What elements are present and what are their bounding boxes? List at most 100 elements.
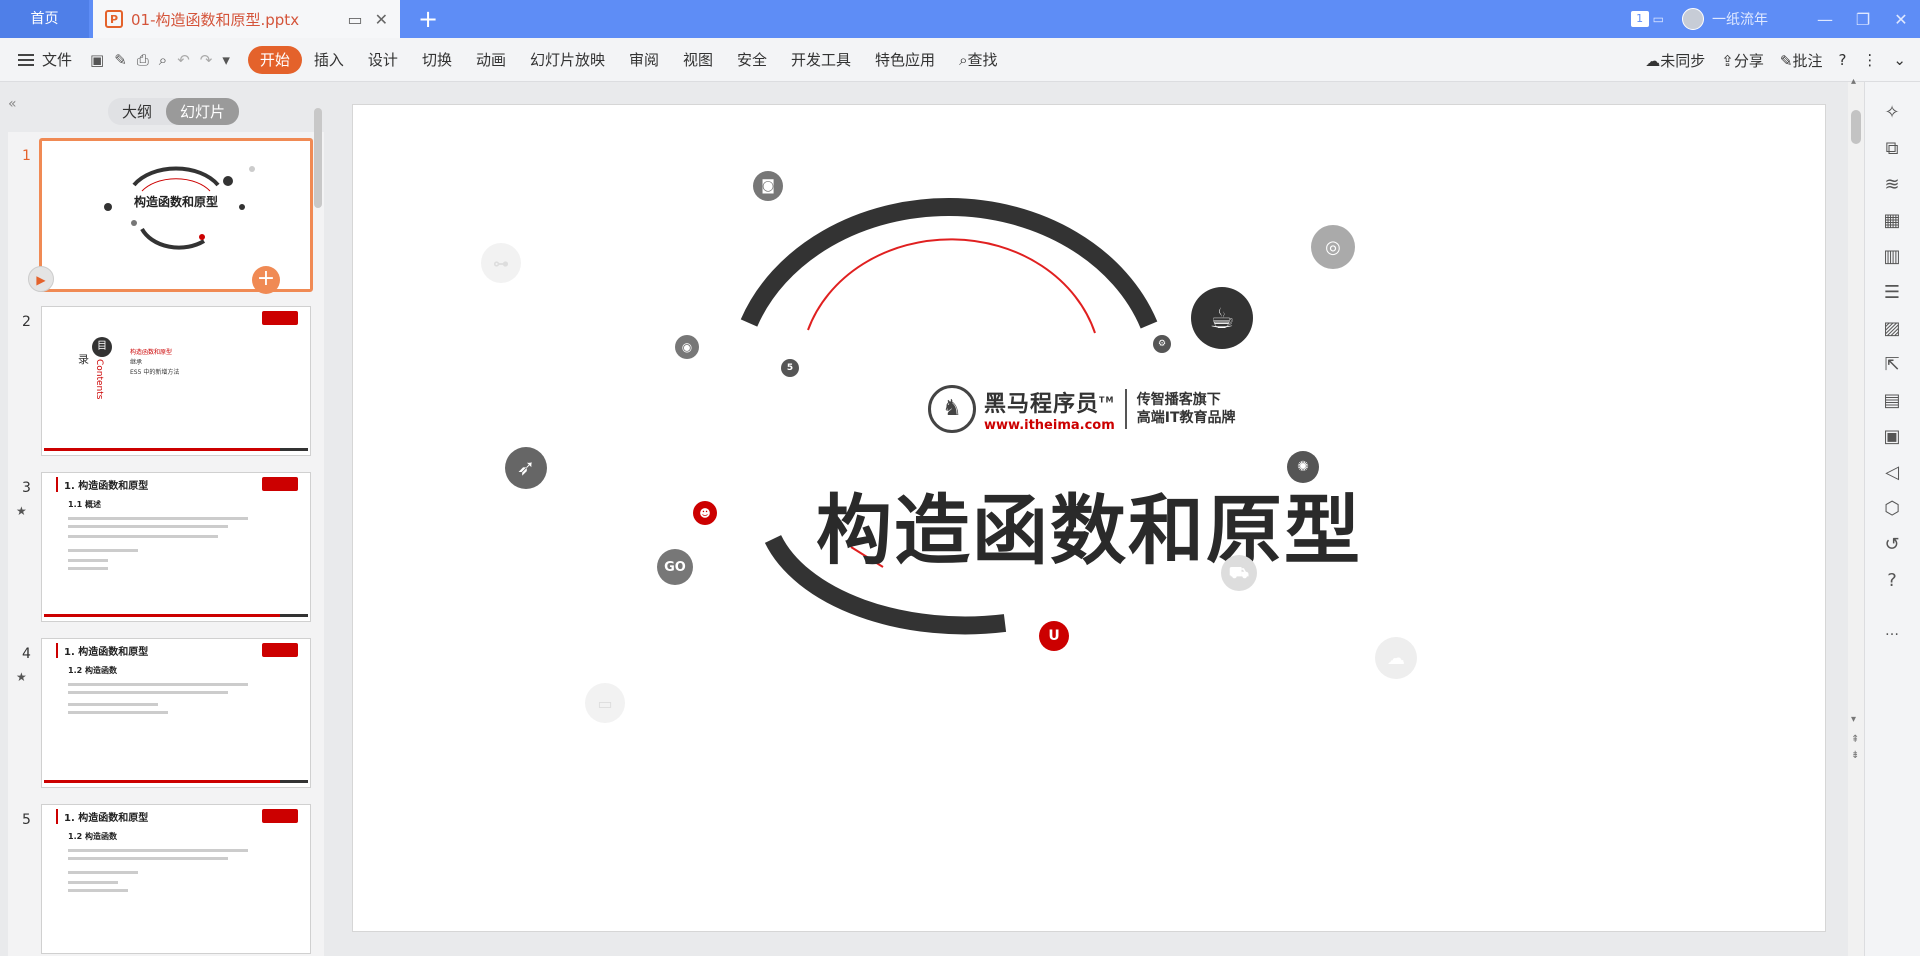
- sync-button[interactable]: ☁未同步: [1645, 50, 1705, 71]
- more-dropdown-icon[interactable]: ▾: [222, 51, 230, 69]
- grid-icon[interactable]: ▦: [1879, 208, 1905, 234]
- restore-button[interactable]: ❐: [1844, 10, 1882, 29]
- picture-icon[interactable]: ▣: [1879, 424, 1905, 450]
- footer-bar-dark: [280, 780, 308, 783]
- tab-animation[interactable]: 动画: [464, 46, 518, 74]
- tab-outline[interactable]: 大纲: [108, 98, 166, 125]
- tab-review[interactable]: 审阅: [617, 46, 671, 74]
- slide-thumbnail-2[interactable]: 目 录 Contents 构造函数和原型 继承 ES5 中的新增方法: [41, 306, 311, 456]
- scroll-down-icon[interactable]: ▾: [1851, 714, 1856, 725]
- current-slide[interactable]: ♞ 黑马程序员TM www.itheima.com 传智播客旗下 高端IT教育品…: [352, 104, 1826, 932]
- thumbnail-row: 5 1. 构造函数和原型 1.2 构造函数: [8, 802, 324, 954]
- undo-icon[interactable]: ↶: [177, 51, 190, 69]
- brand-name: 黑马程序员: [984, 391, 1100, 417]
- archive-icon[interactable]: ▤: [1879, 388, 1905, 414]
- redo-icon[interactable]: ↷: [200, 51, 213, 69]
- window-count-badge[interactable]: 1: [1630, 11, 1649, 27]
- tab-features[interactable]: 特色应用: [863, 46, 947, 74]
- text-line: [68, 549, 138, 552]
- tab-transition[interactable]: 切换: [410, 46, 464, 74]
- slide-title: 构造函数和原型: [816, 486, 1362, 575]
- scroll-up-icon[interactable]: ▴: [1851, 76, 1856, 87]
- text-line: [68, 703, 158, 706]
- slide-thumbnail-3[interactable]: 1. 构造函数和原型 1.1 概述: [41, 472, 311, 622]
- text-line: [68, 691, 228, 694]
- close-tab-icon[interactable]: ✕: [375, 10, 388, 29]
- images-icon[interactable]: ▨: [1879, 316, 1905, 342]
- thumb-heading: 1. 构造函数和原型: [56, 809, 148, 824]
- play-icon[interactable]: ▶: [28, 266, 54, 292]
- document-title: 01-构造函数和原型.pptx: [131, 10, 300, 29]
- html5-icon: 5: [781, 359, 799, 377]
- more-icon[interactable]: ⋮: [1862, 51, 1877, 69]
- minimize-button[interactable]: —: [1806, 10, 1844, 29]
- text-line: [68, 559, 108, 562]
- tab-insert[interactable]: 插入: [302, 46, 356, 74]
- prev-slide-icon[interactable]: ⇞: [1851, 734, 1859, 745]
- layers-icon[interactable]: ≋: [1879, 172, 1905, 198]
- avatar[interactable]: [1682, 8, 1704, 30]
- tab-design[interactable]: 设计: [356, 46, 410, 74]
- shield-icon[interactable]: ⬡: [1879, 496, 1905, 522]
- sync-label: 未同步: [1660, 51, 1706, 70]
- slide-scrollbar[interactable]: ▴ ▾ ⇞ ⇟: [1848, 76, 1864, 956]
- comment-icon: ✎: [1779, 51, 1793, 70]
- slide-thumbnail-4[interactable]: 1. 构造函数和原型 1.2 构造函数: [41, 638, 311, 788]
- transform-icon[interactable]: ⧉: [1879, 136, 1905, 162]
- brand-slogan-1: 传智播客旗下: [1136, 392, 1221, 408]
- toc-heading: 目: [92, 337, 112, 357]
- more-horizontal-icon[interactable]: …: [1879, 618, 1905, 644]
- file-menu-button[interactable]: 文件: [18, 49, 72, 70]
- print-icon[interactable]: ⎙: [137, 51, 149, 69]
- slide-number: 4: [22, 646, 31, 662]
- bug-icon: ✺: [1287, 451, 1319, 483]
- text-line: [68, 889, 128, 892]
- collapse-ribbon-icon[interactable]: ⌄: [1893, 51, 1906, 69]
- history-icon[interactable]: ↺: [1879, 532, 1905, 558]
- pin-window-icon[interactable]: ▭: [347, 10, 362, 29]
- panel-scrollbar[interactable]: [314, 108, 322, 208]
- tab-search[interactable]: ⌕查找: [947, 46, 1009, 74]
- brand-logo-mini: [262, 311, 298, 325]
- tab-security[interactable]: 安全: [725, 46, 779, 74]
- eye-icon: ◎: [1311, 225, 1355, 269]
- slide-number: 2: [22, 314, 31, 330]
- next-slide-icon[interactable]: ⇟: [1851, 750, 1859, 761]
- tab-start[interactable]: 开始: [247, 45, 302, 74]
- tab-home[interactable]: 首页: [0, 0, 89, 38]
- close-window-button[interactable]: ✕: [1882, 10, 1920, 29]
- print-preview-icon[interactable]: ⌕: [159, 51, 167, 69]
- bird-icon: ➶: [505, 447, 547, 489]
- python-icon: ⚙: [1153, 335, 1171, 353]
- user-name[interactable]: 一纸流年: [1712, 9, 1768, 29]
- tab-slideshow[interactable]: 幻灯片放映: [518, 46, 617, 74]
- add-slide-icon[interactable]: +: [252, 266, 280, 294]
- comment-button[interactable]: ✎批注: [1780, 50, 1823, 71]
- speaker-icon[interactable]: ◁: [1879, 460, 1905, 486]
- sliders-icon[interactable]: ☰: [1879, 280, 1905, 306]
- save-icon[interactable]: ▣: [90, 51, 104, 69]
- collapse-panel-icon[interactable]: «: [8, 96, 17, 112]
- right-task-pane-bar: ✧ ⧉ ≋ ▦ ▥ ☰ ▨ ⇱ ▤ ▣ ◁ ⬡ ↺ ? …: [1864, 82, 1920, 956]
- tab-slides[interactable]: 幻灯片: [166, 98, 240, 125]
- thumbnail-row: 2 目 录 Contents 构造函数和原型 继承 ES5 中的新增方法: [8, 304, 324, 456]
- tab-view[interactable]: 视图: [671, 46, 725, 74]
- text-line: [68, 517, 248, 520]
- tab-document[interactable]: P 01-构造函数和原型.pptx ▭ ✕: [93, 0, 400, 38]
- help-circle-icon[interactable]: ?: [1879, 568, 1905, 594]
- export-icon[interactable]: ⇱: [1879, 352, 1905, 378]
- tab-developer[interactable]: 开发工具: [779, 46, 863, 74]
- new-tab-button[interactable]: +: [418, 4, 438, 34]
- text-line: [68, 857, 228, 860]
- format-painter-icon[interactable]: ✎: [114, 51, 127, 69]
- slide-thumbnail-5[interactable]: 1. 构造函数和原型 1.2 构造函数: [41, 804, 311, 954]
- scroll-thumb[interactable]: [1851, 110, 1861, 144]
- thumb-heading: 1. 构造函数和原型: [56, 477, 148, 492]
- text-line: [68, 535, 218, 538]
- window-list-icon[interactable]: ▭: [1653, 12, 1664, 26]
- pin-icon[interactable]: ✧: [1879, 100, 1905, 126]
- chart-icon[interactable]: ▥: [1879, 244, 1905, 270]
- share-button[interactable]: ⇪分享: [1721, 50, 1764, 71]
- thumbnail-row: 1 构造函数和原型 ▶ +: [8, 138, 324, 294]
- help-icon[interactable]: ?: [1838, 51, 1846, 69]
